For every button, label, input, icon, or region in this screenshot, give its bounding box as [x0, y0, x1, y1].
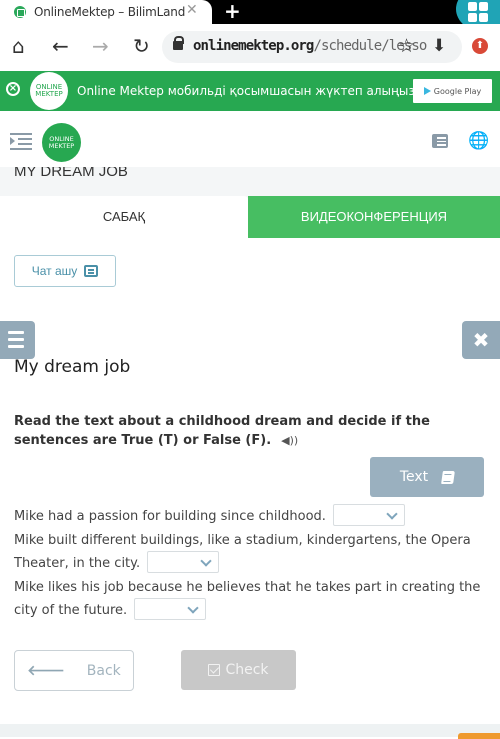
- download-icon[interactable]: ⬇: [432, 36, 446, 56]
- logo-line2: MEKTEP: [48, 142, 75, 150]
- open-chat-label: Чат ашу: [31, 264, 78, 278]
- chat-icon: [84, 265, 99, 277]
- question-text: Mike had a passion for building since ch…: [14, 509, 326, 524]
- list-icon[interactable]: [432, 134, 448, 148]
- check-button[interactable]: Check: [181, 650, 296, 690]
- grid-icon[interactable]: [468, 2, 488, 22]
- upload-icon[interactable]: ⬆: [472, 38, 488, 54]
- menu-collapse-icon[interactable]: [10, 133, 32, 151]
- lock-icon: [173, 36, 184, 50]
- speaker-icon[interactable]: ◀)): [281, 431, 298, 450]
- lesson-title: MY DREAM JOB: [14, 167, 128, 180]
- exercise-title: My dream job: [14, 357, 131, 377]
- question-text: Mike built different buildings, like a s…: [14, 532, 471, 572]
- close-icon[interactable]: ✖: [462, 321, 500, 359]
- site-favicon-icon: [14, 6, 26, 18]
- google-play-button[interactable]: Google Play: [413, 79, 492, 103]
- answer-dropdown[interactable]: [134, 597, 207, 620]
- url-host: onlinemektep.org: [193, 38, 314, 54]
- back-button[interactable]: 🡐 Back: [14, 650, 134, 691]
- question-list: Mike had a passion for building since ch…: [14, 503, 490, 623]
- footer-strip: [0, 724, 500, 737]
- open-chat-button[interactable]: Чат ашу: [14, 255, 116, 287]
- close-circle-icon[interactable]: ×: [6, 82, 20, 96]
- reload-icon[interactable]: ↻: [133, 34, 150, 58]
- check-label: Check: [225, 662, 269, 678]
- question-item: Mike likes his job because he believes t…: [14, 576, 490, 623]
- tab-videoconference[interactable]: ВИДЕОКОНФЕРЕНЦИЯ: [248, 196, 500, 238]
- arrow-left-icon: 🡐: [27, 663, 65, 679]
- logo-line2: MEKTEP: [35, 90, 63, 98]
- question-item: Mike built different buildings, like a s…: [14, 529, 490, 576]
- checkbox-icon: [208, 664, 221, 676]
- banner-text: Online Mektep мобильді қосымшасын жүктеп…: [77, 84, 415, 98]
- book-icon: [441, 470, 456, 484]
- instruction-text: Read the text about a childhood dream an…: [14, 414, 430, 448]
- back-label: Back: [86, 662, 121, 679]
- question-item: Mike had a passion for building since ch…: [14, 503, 490, 529]
- tab-title: OnlineMektep – BilimLand: [34, 5, 186, 19]
- lesson-title-strip: MY DREAM JOB: [0, 167, 500, 197]
- home-icon[interactable]: ⌂: [12, 34, 25, 58]
- exercise-instruction: Read the text about a childhood dream an…: [14, 412, 484, 450]
- play-store-icon: [423, 87, 431, 95]
- url-text[interactable]: onlinemektep.org/schedule/lesso: [193, 38, 427, 54]
- text-button-label: Text: [399, 469, 429, 485]
- answer-dropdown[interactable]: [333, 503, 406, 526]
- plus-icon[interactable]: +: [224, 0, 241, 23]
- online-mektep-logo[interactable]: ONLINE MEKTEP: [42, 123, 81, 162]
- text-button[interactable]: Text: [370, 457, 484, 497]
- banner-logo: ONLINE MEKTEP: [30, 72, 68, 110]
- footer-accent-button[interactable]: [458, 733, 500, 739]
- question-text: Mike likes his job because he believes t…: [14, 579, 481, 619]
- side-menu-button[interactable]: [0, 321, 35, 359]
- google-play-label: Google Play: [433, 86, 482, 96]
- answer-dropdown[interactable]: [147, 550, 220, 573]
- close-icon[interactable]: ✕: [186, 2, 198, 18]
- arrow-left-icon[interactable]: ←: [52, 34, 69, 58]
- browser-tab[interactable]: OnlineMektep – BilimLand ✕: [0, 0, 212, 24]
- globe-icon[interactable]: 🌐: [468, 132, 489, 150]
- tab-lesson[interactable]: САБАҚ: [0, 196, 248, 238]
- star-icon[interactable]: ☆: [398, 35, 415, 57]
- arrow-right-icon[interactable]: →: [92, 34, 109, 58]
